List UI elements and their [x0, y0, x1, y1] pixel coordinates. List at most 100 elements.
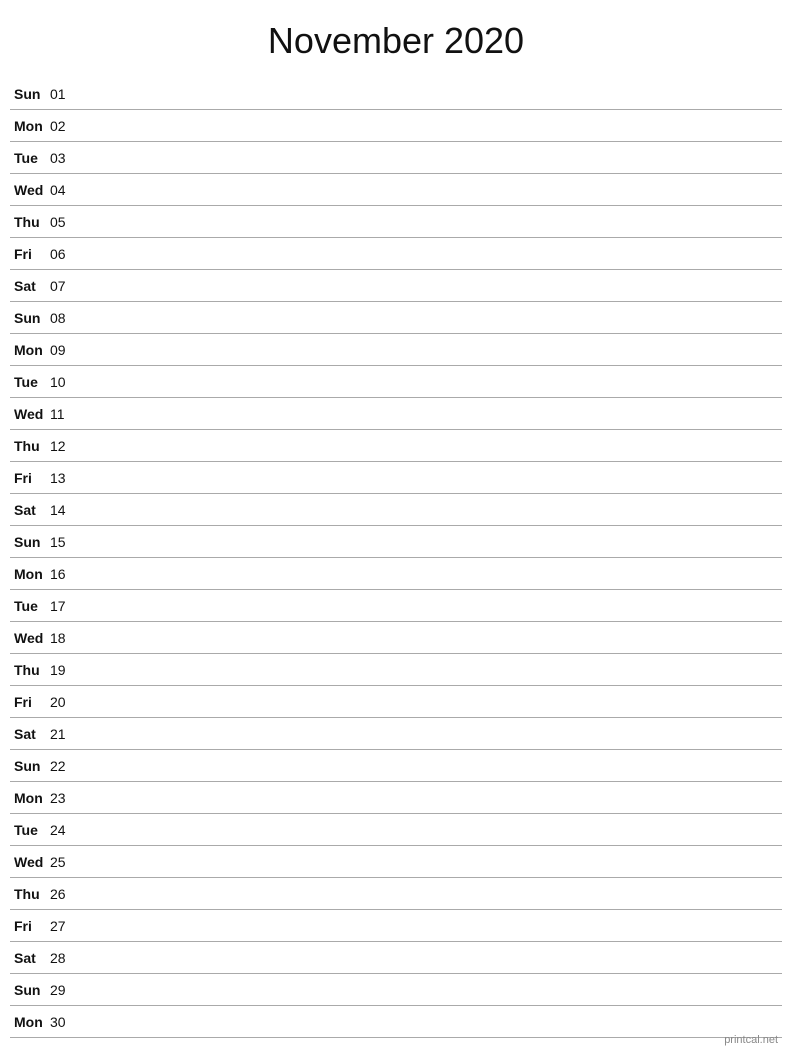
- day-line: [80, 349, 782, 350]
- day-line: [80, 381, 782, 382]
- day-row: Fri20: [10, 686, 782, 718]
- day-row: Mon23: [10, 782, 782, 814]
- day-line: [80, 285, 782, 286]
- day-number: 08: [50, 310, 80, 326]
- day-row: Wed04: [10, 174, 782, 206]
- day-number: 03: [50, 150, 80, 166]
- day-number: 22: [50, 758, 80, 774]
- day-name: Sat: [10, 278, 50, 294]
- day-name: Mon: [10, 566, 50, 582]
- day-line: [80, 253, 782, 254]
- day-line: [80, 861, 782, 862]
- day-name: Fri: [10, 918, 50, 934]
- day-number: 14: [50, 502, 80, 518]
- day-row: Mon02: [10, 110, 782, 142]
- day-name: Mon: [10, 790, 50, 806]
- day-row: Sun15: [10, 526, 782, 558]
- day-name: Sun: [10, 758, 50, 774]
- day-line: [80, 669, 782, 670]
- day-line: [80, 989, 782, 990]
- day-number: 09: [50, 342, 80, 358]
- page-title: November 2020: [0, 0, 792, 78]
- day-row: Tue24: [10, 814, 782, 846]
- day-line: [80, 797, 782, 798]
- day-number: 02: [50, 118, 80, 134]
- day-number: 17: [50, 598, 80, 614]
- day-line: [80, 477, 782, 478]
- day-line: [80, 701, 782, 702]
- day-number: 21: [50, 726, 80, 742]
- day-line: [80, 925, 782, 926]
- day-line: [80, 413, 782, 414]
- day-line: [80, 957, 782, 958]
- day-line: [80, 573, 782, 574]
- day-row: Tue03: [10, 142, 782, 174]
- day-row: Tue10: [10, 366, 782, 398]
- day-row: Sun22: [10, 750, 782, 782]
- day-line: [80, 93, 782, 94]
- day-number: 04: [50, 182, 80, 198]
- day-line: [80, 221, 782, 222]
- day-row: Thu12: [10, 430, 782, 462]
- day-number: 07: [50, 278, 80, 294]
- day-name: Tue: [10, 374, 50, 390]
- day-line: [80, 605, 782, 606]
- day-number: 01: [50, 86, 80, 102]
- day-name: Fri: [10, 470, 50, 486]
- day-row: Thu26: [10, 878, 782, 910]
- day-number: 05: [50, 214, 80, 230]
- day-line: [80, 765, 782, 766]
- day-number: 16: [50, 566, 80, 582]
- day-line: [80, 893, 782, 894]
- day-row: Fri06: [10, 238, 782, 270]
- day-row: Sat14: [10, 494, 782, 526]
- day-number: 27: [50, 918, 80, 934]
- day-row: Mon09: [10, 334, 782, 366]
- day-row: Mon30: [10, 1006, 782, 1038]
- day-name: Wed: [10, 182, 50, 198]
- day-line: [80, 189, 782, 190]
- day-row: Wed25: [10, 846, 782, 878]
- day-name: Sat: [10, 726, 50, 742]
- day-name: Mon: [10, 1014, 50, 1030]
- day-line: [80, 829, 782, 830]
- day-number: 20: [50, 694, 80, 710]
- day-row: Fri13: [10, 462, 782, 494]
- day-line: [80, 509, 782, 510]
- footer-text: printcal.net: [724, 1034, 778, 1046]
- day-row: Fri27: [10, 910, 782, 942]
- day-number: 23: [50, 790, 80, 806]
- day-line: [80, 733, 782, 734]
- day-name: Tue: [10, 150, 50, 166]
- day-row: Wed11: [10, 398, 782, 430]
- day-name: Sat: [10, 502, 50, 518]
- day-name: Fri: [10, 694, 50, 710]
- day-line: [80, 125, 782, 126]
- day-number: 10: [50, 374, 80, 390]
- day-name: Mon: [10, 118, 50, 134]
- calendar-container: Sun01Mon02Tue03Wed04Thu05Fri06Sat07Sun08…: [0, 78, 792, 1038]
- day-line: [80, 637, 782, 638]
- day-name: Tue: [10, 822, 50, 838]
- day-line: [80, 157, 782, 158]
- day-row: Sun01: [10, 78, 782, 110]
- day-row: Sat07: [10, 270, 782, 302]
- day-number: 28: [50, 950, 80, 966]
- day-row: Sat21: [10, 718, 782, 750]
- day-name: Sun: [10, 310, 50, 326]
- day-row: Mon16: [10, 558, 782, 590]
- day-number: 15: [50, 534, 80, 550]
- day-number: 06: [50, 246, 80, 262]
- day-line: [80, 541, 782, 542]
- day-row: Wed18: [10, 622, 782, 654]
- day-name: Thu: [10, 438, 50, 454]
- day-number: 24: [50, 822, 80, 838]
- day-name: Thu: [10, 214, 50, 230]
- day-row: Thu05: [10, 206, 782, 238]
- day-row: Sun08: [10, 302, 782, 334]
- day-number: 26: [50, 886, 80, 902]
- day-name: Sun: [10, 534, 50, 550]
- day-number: 11: [50, 406, 80, 422]
- day-name: Thu: [10, 886, 50, 902]
- day-number: 18: [50, 630, 80, 646]
